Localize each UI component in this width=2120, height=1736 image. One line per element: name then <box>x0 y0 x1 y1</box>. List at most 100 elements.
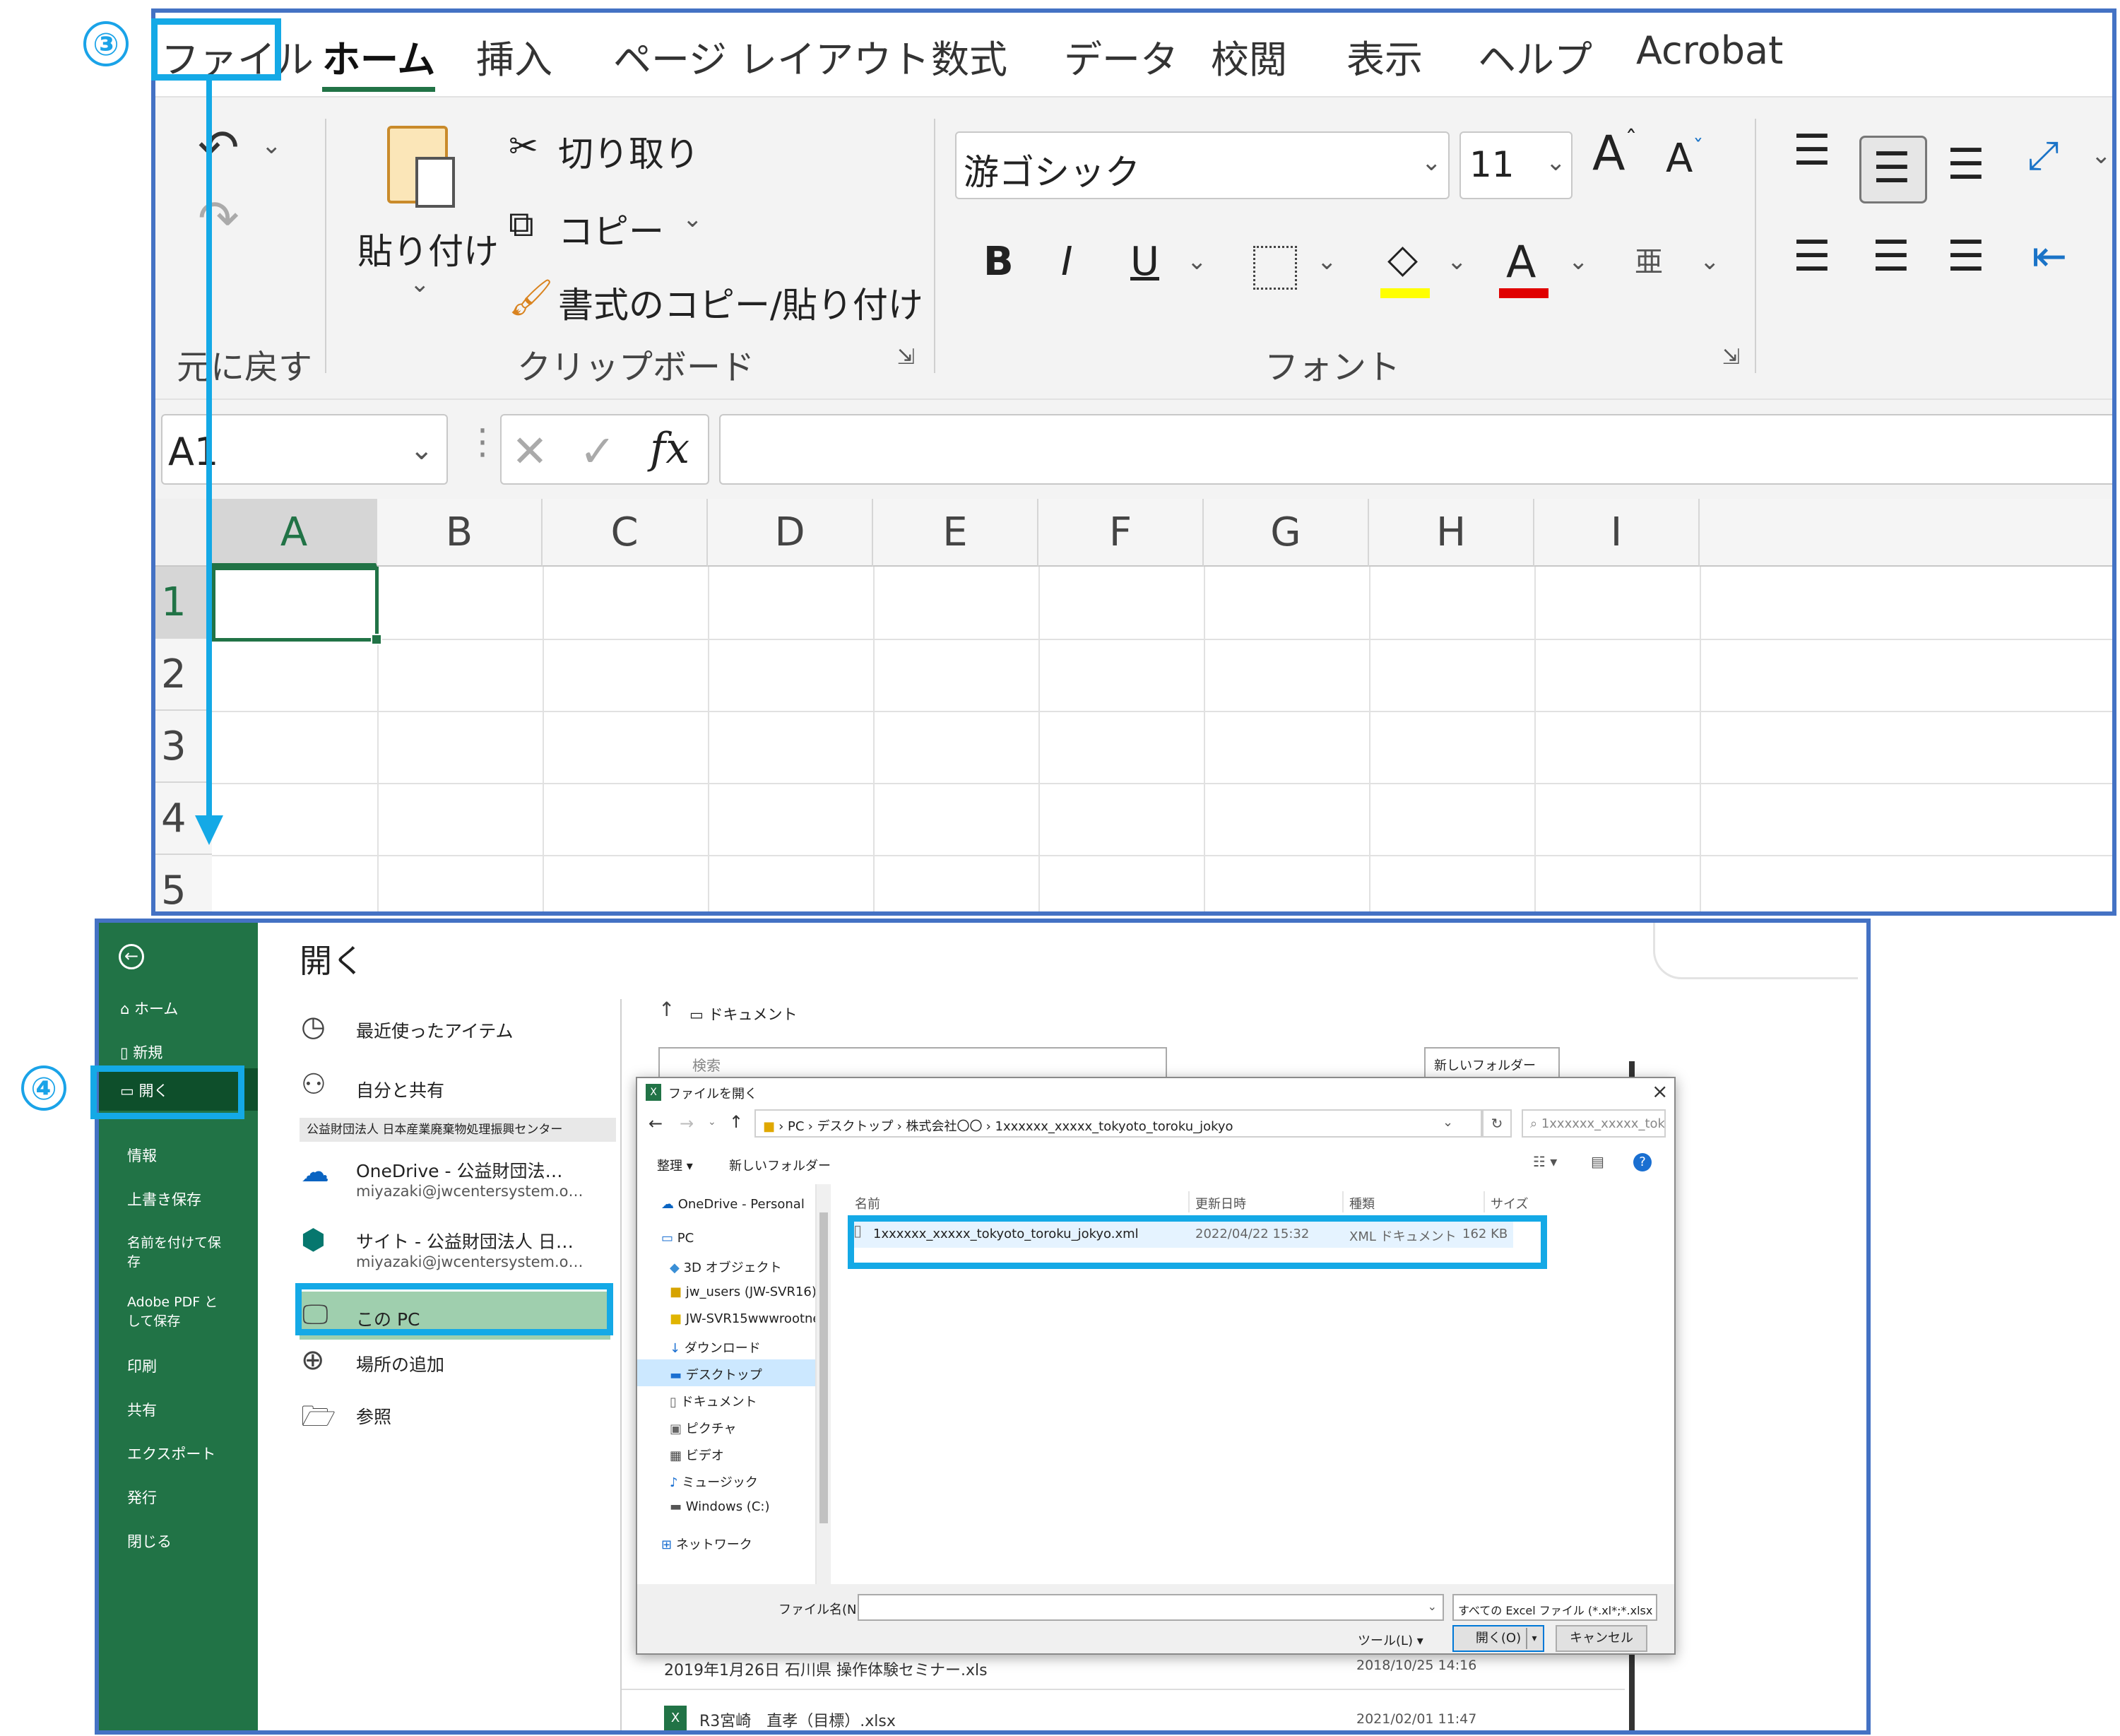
row-header-3[interactable]: 3 <box>155 711 212 783</box>
column-header-a[interactable]: A <box>212 499 377 567</box>
up-arrow-icon[interactable]: ↑ <box>658 998 675 1021</box>
align-right-icon[interactable]: ☰ <box>1947 232 1985 281</box>
select-all-button[interactable] <box>155 499 212 567</box>
tree-music[interactable]: ♪ ミュージック <box>670 1472 758 1491</box>
chevron-down-icon[interactable]: ⌄ <box>261 131 282 160</box>
cancel-icon[interactable]: ✕ <box>511 425 548 477</box>
dialog-search-input[interactable]: ⌕ 1xxxxxx_xxxxx_tokyoto_toro... <box>1522 1109 1666 1138</box>
formula-input[interactable] <box>719 414 2112 485</box>
filetype-filter[interactable]: すべての Excel ファイル (*.xl*;*.xlsx <box>1452 1594 1657 1621</box>
column-header-h[interactable]: H <box>1369 499 1534 567</box>
bold-button[interactable]: B <box>983 239 1014 285</box>
undo-icon[interactable]: ↶ <box>198 119 239 177</box>
tab-data[interactable]: データ <box>1064 28 1178 84</box>
tree-scrollbar[interactable] <box>817 1184 831 1584</box>
refresh-icon[interactable]: ↻ <box>1482 1109 1512 1138</box>
nav-publish[interactable]: 発行 <box>127 1487 157 1508</box>
tab-page-layout[interactable]: ページ レイアウト <box>613 28 930 84</box>
paste-button[interactable]: 貼り付け <box>357 223 499 274</box>
up-icon[interactable]: ↑ <box>729 1112 743 1132</box>
underline-button[interactable]: U <box>1130 239 1159 285</box>
chevron-down-icon[interactable]: ⌄ <box>1317 247 1337 276</box>
location-recent[interactable]: 最近使ったアイテム <box>356 1017 514 1043</box>
filename-input[interactable]: ⌄ <box>858 1594 1444 1621</box>
open-button[interactable]: 開く(O) ▾ <box>1452 1625 1544 1652</box>
help-icon[interactable]: ? <box>1633 1153 1652 1171</box>
decrease-indent-icon[interactable]: ⇤ <box>2032 232 2067 281</box>
nav-save[interactable]: 上書き保存 <box>127 1188 201 1210</box>
scrollbar-thumb[interactable] <box>819 1212 828 1523</box>
chevron-down-icon[interactable]: ⌄ <box>1187 247 1207 276</box>
location-add-place[interactable]: 場所の追加 <box>356 1351 444 1376</box>
align-bottom-icon[interactable]: ☰ <box>1947 140 1985 189</box>
nav-home[interactable]: ⌂ ホーム <box>120 998 178 1019</box>
tree-jw-users[interactable]: ■ jw_users (JW-SVR16) <box>670 1285 815 1299</box>
nav-info[interactable]: 情報 <box>127 1145 157 1166</box>
chevron-down-icon[interactable]: ⌄ <box>1443 1115 1453 1130</box>
decrease-font-icon[interactable]: Aˇ <box>1666 136 1703 182</box>
location-browse[interactable]: 参照 <box>356 1403 391 1429</box>
enter-icon[interactable]: ✓ <box>579 425 616 477</box>
col-name[interactable]: 名前 <box>855 1194 880 1212</box>
cancel-button[interactable]: キャンセル <box>1556 1625 1647 1652</box>
chevron-down-icon[interactable]: ⌄ <box>2091 141 2112 170</box>
tools-menu[interactable]: ツール(L) ▾ <box>1358 1631 1423 1649</box>
tree-downloads[interactable]: ↓ ダウンロード <box>670 1338 761 1357</box>
tab-review[interactable]: 校閲 <box>1211 28 1287 84</box>
dialog-launcher-icon[interactable]: ⇲ <box>897 345 915 370</box>
tree-network[interactable]: ⊞ ネットワーク <box>661 1535 752 1553</box>
paste-icon[interactable] <box>387 126 455 208</box>
border-icon[interactable] <box>1253 246 1297 290</box>
breadcrumb-desktop[interactable]: デスクトップ <box>817 1119 893 1134</box>
tab-insert[interactable]: 挿入 <box>476 28 552 84</box>
align-top-icon[interactable]: ☰ <box>1793 126 1831 175</box>
fill-color-icon[interactable]: ◇ <box>1387 236 1418 282</box>
back-icon[interactable]: ← <box>649 1114 663 1133</box>
column-header-f[interactable]: F <box>1038 499 1204 567</box>
chevron-down-icon[interactable]: ⌄ <box>1700 247 1720 276</box>
column-header-d[interactable]: D <box>708 499 873 567</box>
row-header-1[interactable]: 1 <box>155 567 212 639</box>
selected-cell-a1[interactable] <box>212 567 382 645</box>
column-header-b[interactable]: B <box>377 499 543 567</box>
tab-home[interactable]: ホーム <box>322 28 436 92</box>
nav-share[interactable]: 共有 <box>127 1399 157 1420</box>
view-options-icon[interactable]: ☷ ▾ <box>1533 1153 1557 1170</box>
col-type[interactable]: 種類 <box>1349 1194 1375 1212</box>
tab-formulas[interactable]: 数式 <box>931 28 1007 84</box>
tab-view[interactable]: 表示 <box>1346 28 1423 84</box>
row-header-5[interactable]: 5 <box>155 855 212 911</box>
breadcrumb-pc[interactable]: PC <box>788 1119 804 1134</box>
format-painter-button[interactable]: 書式のコピー/貼り付け <box>558 277 923 328</box>
location-onedrive[interactable]: OneDrive - 公益財団法… <box>356 1157 562 1183</box>
chevron-down-icon[interactable]: ⌄ <box>708 1116 716 1128</box>
nav-export[interactable]: エクスポート <box>127 1443 215 1464</box>
close-icon[interactable]: × <box>1652 1080 1668 1103</box>
backstage-search-input[interactable]: 検索 <box>658 1047 1167 1080</box>
chevron-down-icon[interactable]: ⌄ <box>682 205 703 233</box>
align-center-icon[interactable]: ☰ <box>1872 232 1910 281</box>
tree-desktop[interactable]: ▬ デスクトップ <box>670 1365 762 1383</box>
align-left-icon[interactable]: ☰ <box>1793 232 1831 281</box>
new-folder-button[interactable]: 新しいフォルダー <box>729 1156 831 1174</box>
recent-file-row[interactable]: 2019年1月26日 石川県 操作体験セミナー.xls 2018/10/25 1… <box>664 1658 1611 1682</box>
col-size[interactable]: サイズ <box>1491 1194 1528 1212</box>
font-color-icon[interactable]: A <box>1506 236 1536 288</box>
tree-onedrive[interactable]: ☁ OneDrive - Personal <box>661 1197 805 1212</box>
tree-pc[interactable]: ▭ PC <box>661 1231 694 1246</box>
nav-save-as-pdf[interactable]: Adobe PDF として保存 <box>127 1292 226 1330</box>
dialog-launcher-icon[interactable]: ⇲ <box>1722 345 1740 370</box>
italic-button[interactable]: I <box>1061 239 1073 285</box>
insert-function-button[interactable]: fx <box>650 424 689 473</box>
copy-button[interactable]: コピー <box>558 203 664 254</box>
nav-new[interactable]: ▯ 新規 <box>120 1041 162 1063</box>
chevron-down-icon[interactable]: ⌄ <box>410 270 430 298</box>
recent-file-name[interactable]: R3宮崎 直孝（目標）.xlsx <box>699 1708 896 1730</box>
fill-handle[interactable] <box>371 634 382 645</box>
location-sites[interactable]: サイト - 公益財団法人 日… <box>356 1228 574 1253</box>
breadcrumb-folder[interactable]: 1xxxxxx_xxxxx_tokyoto_toroku_jokyo <box>995 1119 1233 1134</box>
preview-pane-icon[interactable]: ▤ <box>1591 1153 1604 1170</box>
organize-button[interactable]: 整理 ▾ <box>657 1156 693 1174</box>
breadcrumb-company[interactable]: 株式会社〇〇 <box>906 1119 983 1134</box>
tree-windows-c[interactable]: ▬ Windows (C:) <box>670 1499 769 1514</box>
